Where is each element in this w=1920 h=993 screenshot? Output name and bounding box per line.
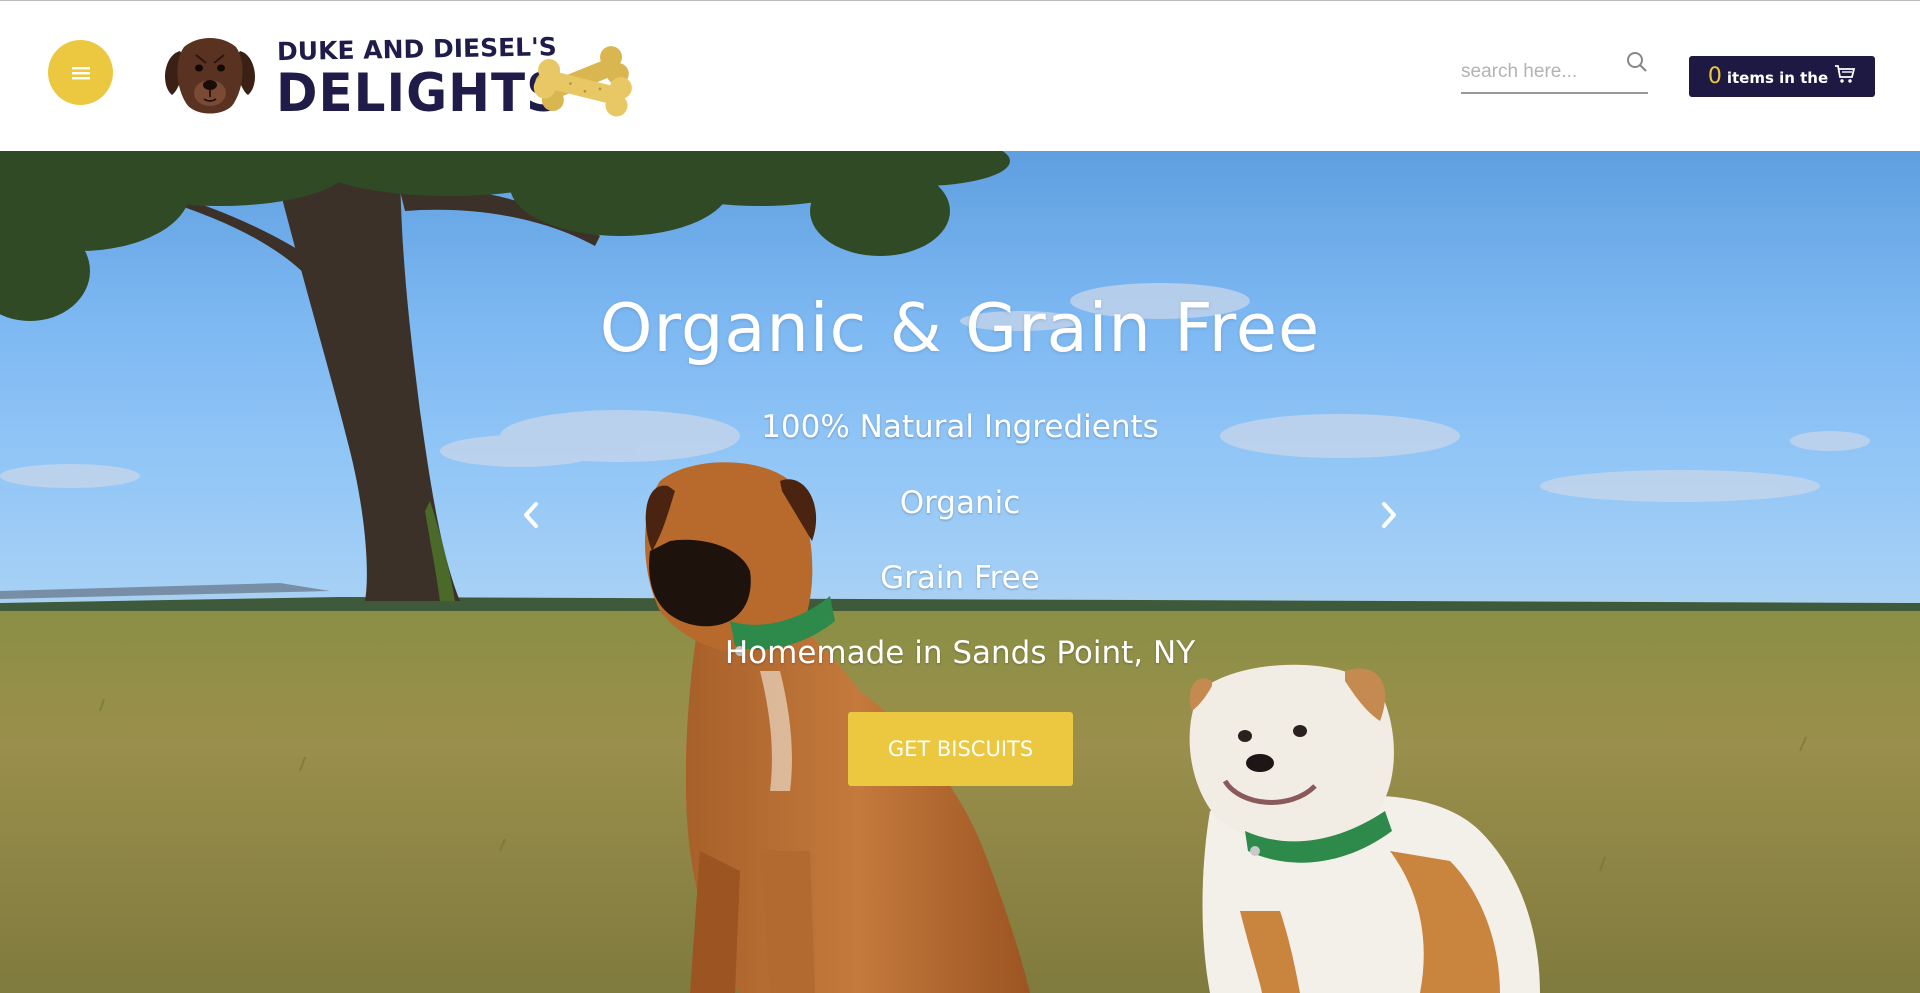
search-box — [1461, 49, 1648, 94]
search-input[interactable] — [1461, 59, 1616, 85]
get-biscuits-button[interactable]: GET BISCUITS — [848, 712, 1073, 786]
slide-line-natural: 100% Natural Ingredients — [761, 409, 1159, 445]
brand-name-main: DELIGHTS — [276, 62, 564, 124]
cart-button[interactable]: 0 items in the — [1689, 56, 1875, 97]
site-logo[interactable]: DUKE AND DIESEL'S DELIGHTS — [162, 29, 642, 125]
slide-content: Organic & Grain Free 100% Natural Ingred… — [0, 151, 1920, 993]
slider-next-button[interactable] — [1369, 490, 1409, 540]
dog-head-logo-icon — [165, 38, 255, 114]
search-icon[interactable] — [1626, 51, 1648, 73]
chevron-left-icon — [524, 502, 538, 528]
hero-slider: Organic & Grain Free 100% Natural Ingred… — [0, 151, 1920, 993]
slider-prev-button[interactable] — [511, 490, 551, 540]
dog-biscuit-icon — [533, 46, 632, 117]
hamburger-icon — [71, 66, 90, 79]
site-header: DUKE AND DIESEL'S DELIGHTS search here..… — [0, 0, 1920, 151]
chevron-right-icon — [1382, 502, 1396, 528]
slide-line-homemade: Homemade in Sands Point, NY — [724, 635, 1196, 671]
cart-icon — [1835, 64, 1856, 83]
cart-label: items in the — [1726, 69, 1829, 87]
slide-title: Organic & Grain Free — [599, 289, 1321, 367]
slide-line-grain-free: Grain Free — [880, 560, 1040, 596]
slide-line-organic: Organic — [899, 485, 1021, 521]
cart-count: 0 — [1707, 64, 1722, 89]
menu-button[interactable] — [48, 40, 113, 105]
